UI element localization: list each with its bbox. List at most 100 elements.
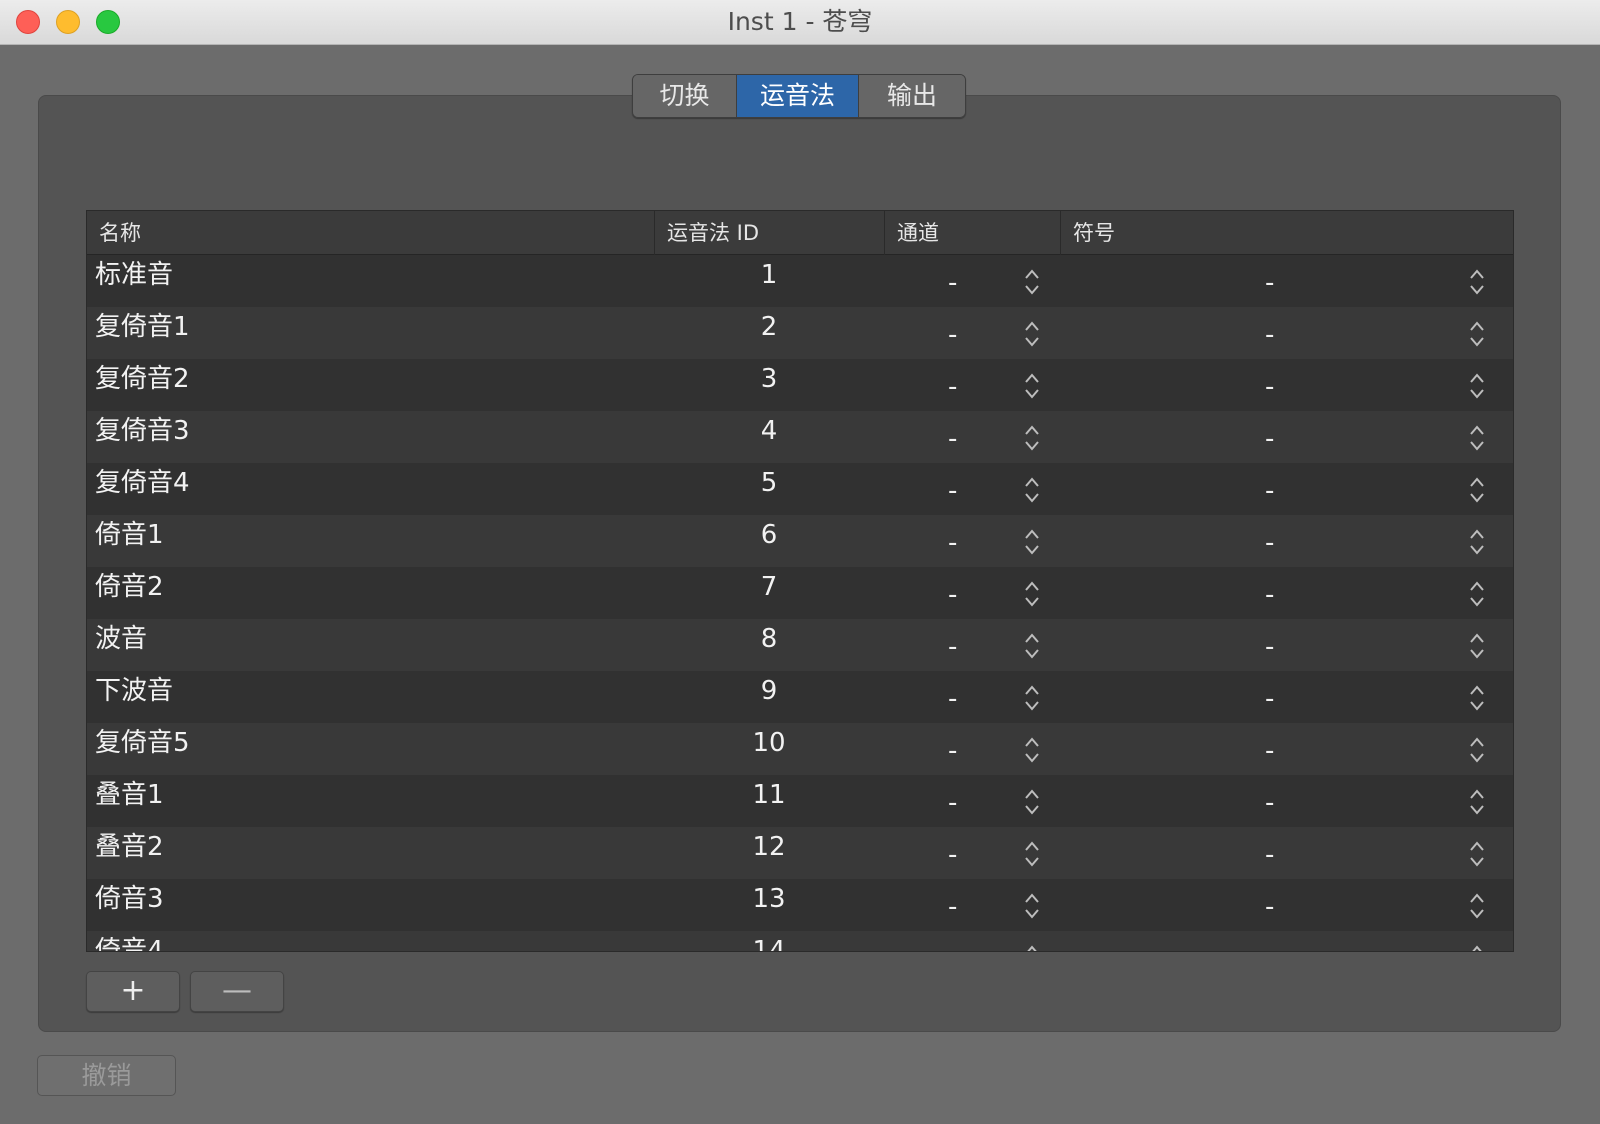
table-row[interactable]: 复倚音4 5 - - bbox=[87, 463, 1513, 515]
channel-cell[interactable]: - bbox=[884, 411, 1060, 463]
articulation-id-cell[interactable]: 9 bbox=[654, 671, 884, 723]
articulation-id-cell[interactable]: 14 bbox=[654, 931, 884, 951]
articulation-name-cell[interactable]: 复倚音1 bbox=[87, 307, 654, 359]
symbol-cell[interactable]: - bbox=[1060, 411, 1513, 463]
undo-button[interactable]: 撤销 bbox=[37, 1055, 176, 1096]
title-bar[interactable]: Inst 1 - 苍穹 bbox=[0, 0, 1600, 45]
articulation-id-cell[interactable]: 8 bbox=[654, 619, 884, 671]
up-down-chevron-icon[interactable] bbox=[1023, 527, 1041, 557]
up-down-chevron-icon[interactable] bbox=[1023, 319, 1041, 349]
articulation-name-cell[interactable]: 倚音3 bbox=[87, 879, 654, 931]
up-down-chevron-icon[interactable] bbox=[1023, 891, 1041, 921]
column-header-articulation-id[interactable]: 运音法 ID bbox=[654, 211, 884, 255]
symbol-cell[interactable]: - bbox=[1060, 619, 1513, 671]
up-down-chevron-icon[interactable] bbox=[1023, 423, 1041, 453]
articulation-id-cell[interactable]: 1 bbox=[654, 255, 884, 307]
articulation-name-cell[interactable]: 波音 bbox=[87, 619, 654, 671]
table-row[interactable]: 复倚音2 3 - - bbox=[87, 359, 1513, 411]
up-down-chevron-icon[interactable] bbox=[1468, 683, 1486, 713]
articulation-id-cell[interactable]: 3 bbox=[654, 359, 884, 411]
table-row[interactable]: 波音 8 - - bbox=[87, 619, 1513, 671]
symbol-cell[interactable]: - bbox=[1060, 567, 1513, 619]
channel-cell[interactable]: - bbox=[884, 567, 1060, 619]
table-row[interactable]: 下波音 9 - - bbox=[87, 671, 1513, 723]
articulation-id-cell[interactable]: 11 bbox=[654, 775, 884, 827]
table-row[interactable]: 复倚音1 2 - - bbox=[87, 307, 1513, 359]
up-down-chevron-icon[interactable] bbox=[1468, 371, 1486, 401]
table-row[interactable]: 倚音3 13 - - bbox=[87, 879, 1513, 931]
tab-switch[interactable]: 切换 bbox=[633, 75, 737, 117]
tab-articulation[interactable]: 运音法 bbox=[737, 75, 859, 117]
articulation-id-cell[interactable]: 10 bbox=[654, 723, 884, 775]
symbol-cell[interactable]: - bbox=[1060, 775, 1513, 827]
table-row[interactable]: 标准音 1 - - bbox=[87, 255, 1513, 307]
up-down-chevron-icon[interactable] bbox=[1023, 943, 1041, 951]
up-down-chevron-icon[interactable] bbox=[1468, 267, 1486, 297]
channel-cell[interactable]: - bbox=[884, 359, 1060, 411]
up-down-chevron-icon[interactable] bbox=[1468, 943, 1486, 951]
column-header-channel[interactable]: 通道 bbox=[884, 211, 1060, 255]
up-down-chevron-icon[interactable] bbox=[1023, 735, 1041, 765]
up-down-chevron-icon[interactable] bbox=[1468, 579, 1486, 609]
articulation-id-cell[interactable]: 13 bbox=[654, 879, 884, 931]
column-header-symbol[interactable]: 符号 bbox=[1060, 211, 1513, 255]
articulation-name-cell[interactable]: 复倚音5 bbox=[87, 723, 654, 775]
up-down-chevron-icon[interactable] bbox=[1023, 475, 1041, 505]
table-row[interactable]: 复倚音3 4 - - bbox=[87, 411, 1513, 463]
up-down-chevron-icon[interactable] bbox=[1023, 267, 1041, 297]
articulation-id-cell[interactable]: 2 bbox=[654, 307, 884, 359]
up-down-chevron-icon[interactable] bbox=[1468, 527, 1486, 557]
articulation-name-cell[interactable]: 下波音 bbox=[87, 671, 654, 723]
articulation-name-cell[interactable]: 复倚音3 bbox=[87, 411, 654, 463]
table-row[interactable]: 倚音414 - - bbox=[87, 931, 1513, 951]
channel-cell[interactable]: - bbox=[884, 723, 1060, 775]
articulation-id-cell[interactable]: 6 bbox=[654, 515, 884, 567]
channel-cell[interactable]: - bbox=[884, 255, 1060, 307]
articulation-name-cell[interactable]: 倚音4 bbox=[87, 931, 654, 951]
up-down-chevron-icon[interactable] bbox=[1468, 423, 1486, 453]
articulation-id-cell[interactable]: 5 bbox=[654, 463, 884, 515]
up-down-chevron-icon[interactable] bbox=[1468, 475, 1486, 505]
table-row[interactable]: 叠音1 11 - - bbox=[87, 775, 1513, 827]
articulation-id-cell[interactable]: 4 bbox=[654, 411, 884, 463]
articulation-name-cell[interactable]: 倚音1 bbox=[87, 515, 654, 567]
up-down-chevron-icon[interactable] bbox=[1023, 787, 1041, 817]
add-articulation-button[interactable]: + bbox=[86, 971, 180, 1012]
channel-cell[interactable]: - bbox=[884, 671, 1060, 723]
articulation-name-cell[interactable]: 复倚音2 bbox=[87, 359, 654, 411]
channel-cell[interactable]: - bbox=[884, 463, 1060, 515]
up-down-chevron-icon[interactable] bbox=[1468, 839, 1486, 869]
up-down-chevron-icon[interactable] bbox=[1023, 839, 1041, 869]
table-row[interactable]: 倚音2 7 - - bbox=[87, 567, 1513, 619]
column-header-name[interactable]: 名称 bbox=[87, 211, 654, 255]
symbol-cell[interactable]: - bbox=[1060, 463, 1513, 515]
symbol-cell[interactable]: - bbox=[1060, 723, 1513, 775]
symbol-cell[interactable]: - bbox=[1060, 931, 1513, 951]
up-down-chevron-icon[interactable] bbox=[1468, 735, 1486, 765]
channel-cell[interactable]: - bbox=[884, 931, 1060, 951]
articulation-name-cell[interactable]: 标准音 bbox=[87, 255, 654, 307]
articulation-name-cell[interactable]: 叠音1 bbox=[87, 775, 654, 827]
up-down-chevron-icon[interactable] bbox=[1023, 631, 1041, 661]
articulation-name-cell[interactable]: 倚音2 bbox=[87, 567, 654, 619]
up-down-chevron-icon[interactable] bbox=[1023, 371, 1041, 401]
table-row[interactable]: 叠音2 12 - - bbox=[87, 827, 1513, 879]
articulation-id-cell[interactable]: 7 bbox=[654, 567, 884, 619]
symbol-cell[interactable]: - bbox=[1060, 671, 1513, 723]
articulation-id-cell[interactable]: 12 bbox=[654, 827, 884, 879]
channel-cell[interactable]: - bbox=[884, 619, 1060, 671]
articulation-name-cell[interactable]: 叠音2 bbox=[87, 827, 654, 879]
channel-cell[interactable]: - bbox=[884, 515, 1060, 567]
channel-cell[interactable]: - bbox=[884, 879, 1060, 931]
up-down-chevron-icon[interactable] bbox=[1468, 891, 1486, 921]
table-row[interactable]: 复倚音5 10 - - bbox=[87, 723, 1513, 775]
up-down-chevron-icon[interactable] bbox=[1468, 631, 1486, 661]
tab-output[interactable]: 输出 bbox=[859, 75, 965, 117]
table-row[interactable]: 倚音1 6 - - bbox=[87, 515, 1513, 567]
symbol-cell[interactable]: - bbox=[1060, 515, 1513, 567]
channel-cell[interactable]: - bbox=[884, 775, 1060, 827]
up-down-chevron-icon[interactable] bbox=[1468, 787, 1486, 817]
symbol-cell[interactable]: - bbox=[1060, 879, 1513, 931]
channel-cell[interactable]: - bbox=[884, 827, 1060, 879]
articulation-name-cell[interactable]: 复倚音4 bbox=[87, 463, 654, 515]
